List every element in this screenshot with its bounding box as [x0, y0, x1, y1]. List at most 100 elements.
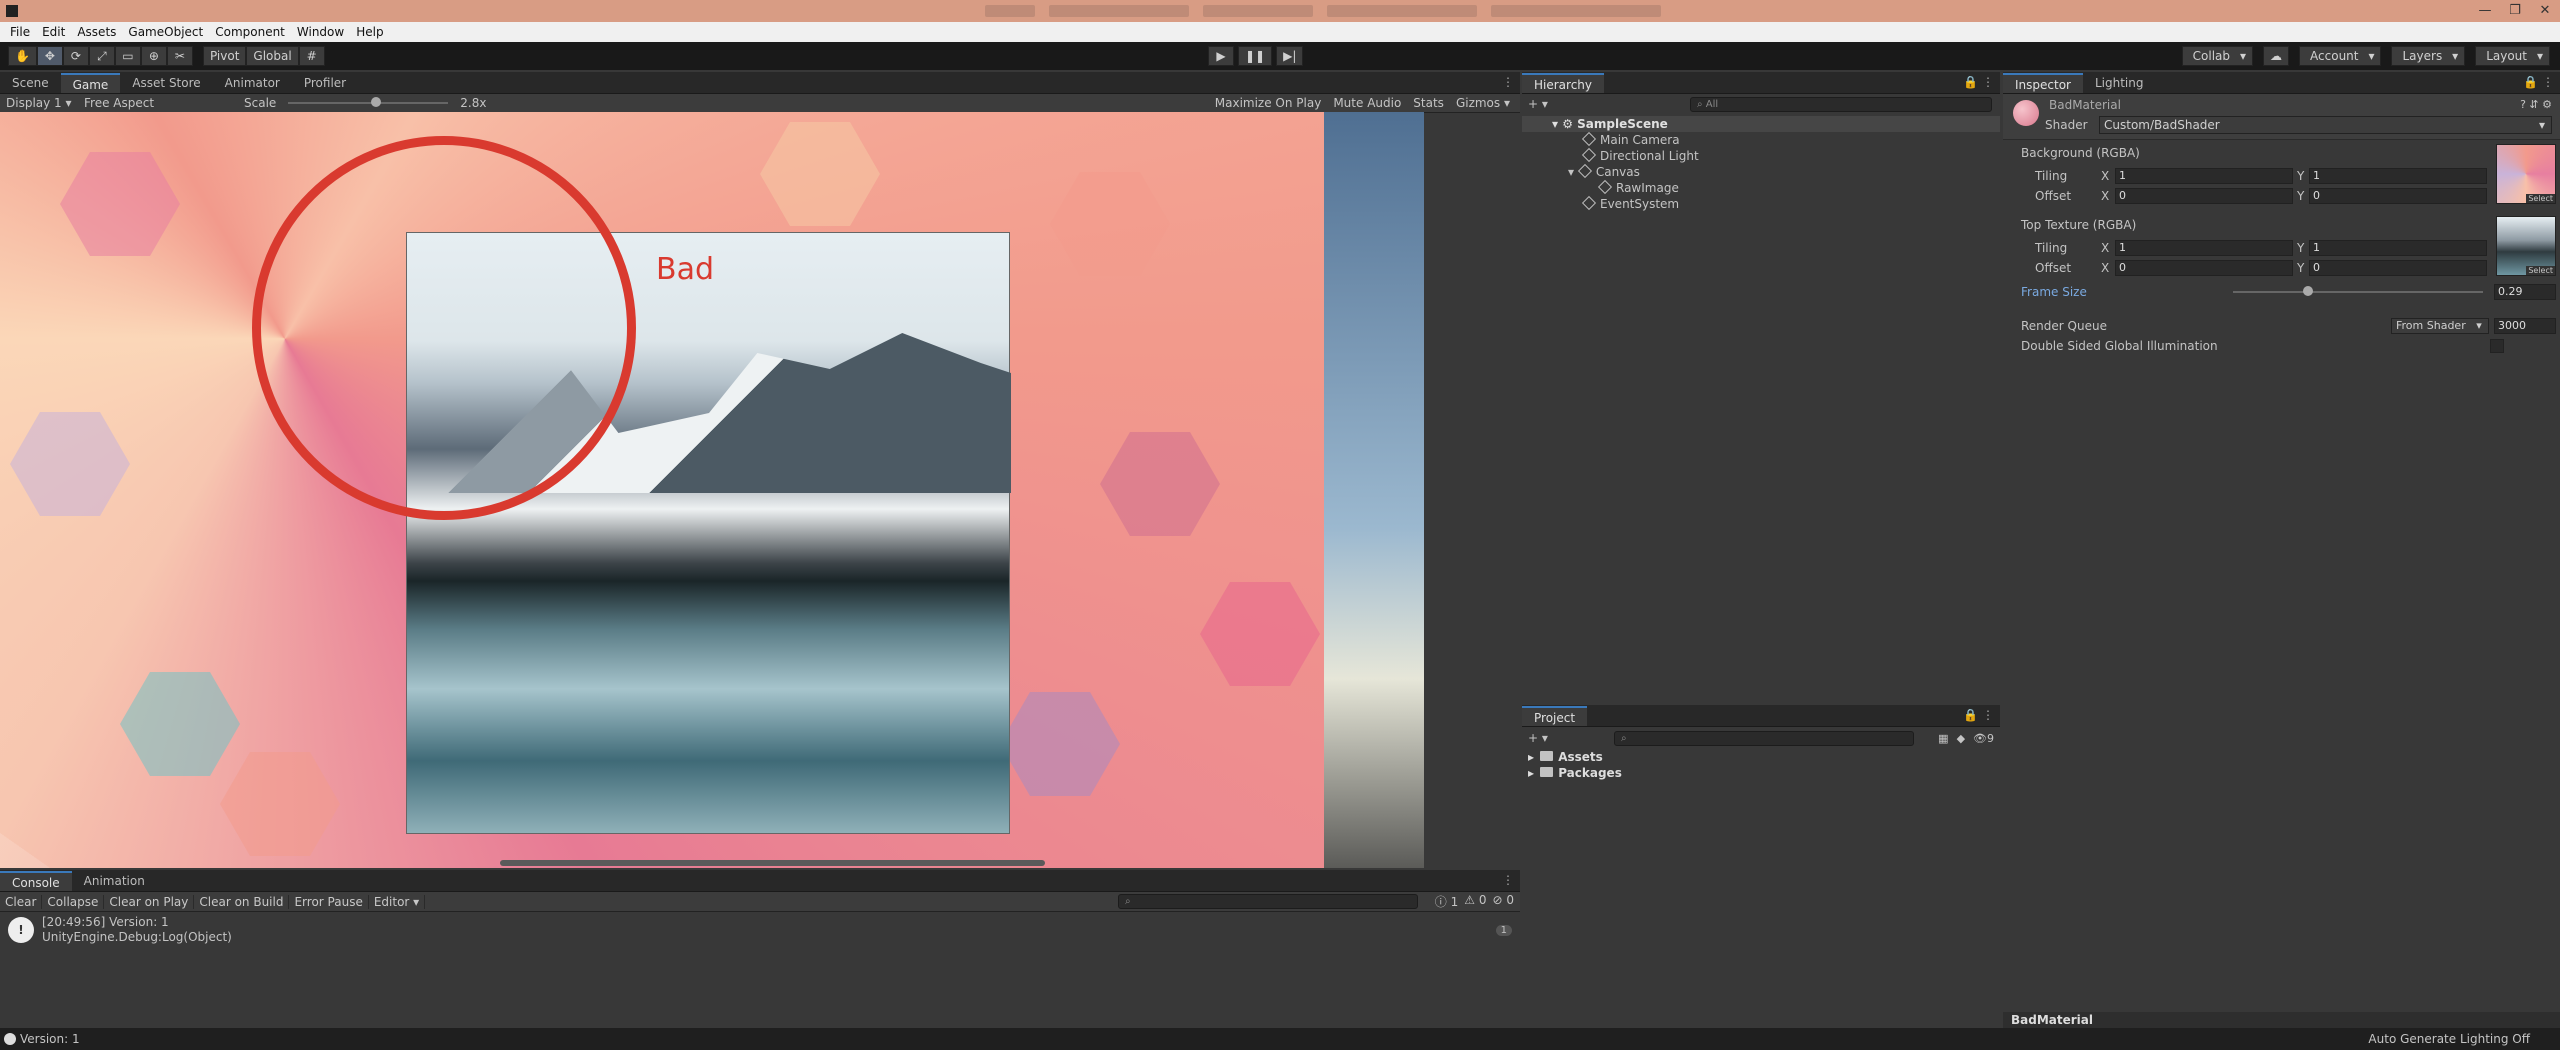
log-entry[interactable]: ! [20:49:56] Version: 1 UnityEngine.Debu…: [0, 912, 1520, 948]
tab-console[interactable]: Console: [0, 871, 72, 891]
hidden-packages-toggle[interactable]: 👁9: [1973, 732, 1994, 745]
tab-project[interactable]: Project: [1522, 706, 1588, 726]
tab-game[interactable]: Game: [60, 73, 121, 93]
bg-offset-y-field[interactable]: 0: [2309, 188, 2487, 204]
clear-on-build-toggle[interactable]: Clear on Build: [194, 894, 290, 909]
cloud-icon[interactable]: ☁: [2263, 46, 2290, 66]
tab-lighting[interactable]: Lighting: [2083, 73, 2156, 93]
panel-menu-icon[interactable]: 🔒 ⋮: [1963, 708, 1994, 722]
background-texture-thumbnail[interactable]: Select: [2496, 144, 2556, 204]
gizmos-dropdown[interactable]: Gizmos ▾: [1450, 96, 1516, 110]
project-folder-packages[interactable]: ▸ Packages: [1522, 765, 2000, 781]
panel-menu-icon[interactable]: 🔒 ⋮: [1963, 75, 1994, 89]
menu-window[interactable]: Window: [291, 25, 350, 39]
bg-offset-x-field[interactable]: 0: [2115, 188, 2293, 204]
status-message[interactable]: Version: 1: [20, 1032, 80, 1046]
account-dropdown[interactable]: Account: [2299, 46, 2382, 66]
frame-size-slider[interactable]: [2233, 286, 2483, 296]
minimize-button[interactable]: —: [2470, 0, 2500, 22]
frame-size-slider-handle[interactable]: [2302, 286, 2313, 296]
scale-slider-handle[interactable]: [370, 97, 381, 107]
add-icon[interactable]: + ▾: [1528, 731, 1548, 745]
shader-dropdown[interactable]: Custom/BadShader: [2099, 116, 2552, 134]
tab-hierarchy[interactable]: Hierarchy: [1522, 73, 1605, 93]
filter-label-icon[interactable]: ◆: [1957, 732, 1965, 745]
menu-assets[interactable]: Assets: [71, 25, 122, 39]
top-tiling-x-field[interactable]: 1: [2115, 240, 2293, 256]
bg-tiling-x-field[interactable]: 1: [2115, 168, 2293, 184]
info-count-toggle[interactable]: ⓘ 1: [1435, 893, 1458, 910]
component-menu-icon[interactable]: ? ⇵ ⚙: [2520, 98, 2552, 111]
menu-component[interactable]: Component: [209, 25, 291, 39]
error-count-toggle[interactable]: ⊘ 0: [1492, 893, 1514, 910]
menu-edit[interactable]: Edit: [36, 25, 71, 39]
global-toggle[interactable]: Global: [246, 46, 299, 66]
rotate-tool-icon[interactable]: ⟳: [62, 46, 89, 66]
bg-tiling-y-field[interactable]: 1: [2309, 168, 2487, 184]
hierarchy-item-eventsystem[interactable]: EventSystem: [1522, 195, 2000, 212]
select-button[interactable]: Select: [2526, 194, 2555, 203]
menu-gameobject[interactable]: GameObject: [122, 25, 209, 39]
hierarchy-item-samplescene[interactable]: ▾ ⚙ SampleScene: [1522, 116, 2000, 132]
lighting-status[interactable]: Auto Generate Lighting Off: [2368, 1032, 2530, 1046]
render-queue-dropdown[interactable]: From Shader: [2391, 318, 2489, 334]
hierarchy-item-rawimage[interactable]: RawImage: [1522, 179, 2000, 196]
grid-snap-icon[interactable]: #: [298, 46, 325, 66]
mute-audio-toggle[interactable]: Mute Audio: [1327, 96, 1407, 110]
clear-button[interactable]: Clear: [0, 894, 43, 909]
tab-scene[interactable]: Scene: [0, 73, 61, 93]
hierarchy-item-canvas[interactable]: ▾ Canvas: [1522, 163, 2000, 180]
hierarchy-item-main-camera[interactable]: Main Camera: [1522, 131, 2000, 148]
collapse-toggle[interactable]: Collapse: [42, 894, 105, 909]
add-icon[interactable]: + ▾: [1528, 97, 1548, 111]
double-sided-gi-checkbox[interactable]: [2490, 339, 2504, 353]
clear-on-play-toggle[interactable]: Clear on Play: [104, 894, 195, 909]
error-pause-toggle[interactable]: Error Pause: [289, 894, 369, 909]
top-tiling-y-field[interactable]: 1: [2309, 240, 2487, 256]
warning-count-toggle[interactable]: ⚠ 0: [1464, 893, 1486, 910]
top-texture-thumbnail[interactable]: Select: [2496, 216, 2556, 276]
layout-dropdown[interactable]: Layout: [2475, 46, 2550, 66]
frame-size-field[interactable]: 0.29: [2494, 284, 2556, 300]
close-button[interactable]: ✕: [2530, 0, 2560, 22]
game-viewport[interactable]: Bad: [0, 112, 1424, 868]
pivot-toggle[interactable]: Pivot: [202, 46, 247, 66]
layers-dropdown[interactable]: Layers: [2391, 46, 2466, 66]
panel-menu-icon[interactable]: ⋮: [1502, 75, 1514, 89]
collab-dropdown[interactable]: Collab: [2181, 46, 2254, 66]
stats-toggle[interactable]: Stats: [1407, 96, 1450, 110]
console-search-input[interactable]: ⌕: [1118, 894, 1418, 909]
project-folder-assets[interactable]: ▸ Assets: [1522, 749, 2000, 765]
top-offset-x-field[interactable]: 0: [2115, 260, 2293, 276]
custom-tool-icon[interactable]: ✂: [166, 46, 193, 66]
scale-tool-icon[interactable]: ⤢: [88, 46, 115, 66]
menu-file[interactable]: File: [4, 25, 36, 39]
tab-asset-store[interactable]: Asset Store: [120, 73, 212, 93]
menu-help[interactable]: Help: [350, 25, 389, 39]
tab-animation[interactable]: Animation: [72, 871, 157, 891]
filter-type-icon[interactable]: ▦: [1938, 732, 1948, 745]
panel-menu-icon[interactable]: 🔒 ⋮: [2523, 75, 2554, 89]
aspect-dropdown[interactable]: Free Aspect: [78, 96, 238, 110]
move-tool-icon[interactable]: ✥: [36, 46, 63, 66]
hierarchy-search-input[interactable]: ⌕ All: [1690, 96, 1992, 112]
hierarchy-item-directional-light[interactable]: Directional Light: [1522, 147, 2000, 164]
pause-button[interactable]: ❚❚: [1238, 46, 1273, 66]
top-offset-y-field[interactable]: 0: [2309, 260, 2487, 276]
maximize-button[interactable]: ❐: [2500, 0, 2530, 22]
step-button[interactable]: ▶|: [1276, 46, 1304, 66]
select-button[interactable]: Select: [2526, 266, 2555, 275]
editor-dropdown[interactable]: Editor ▾: [369, 894, 426, 909]
hand-tool-icon[interactable]: ✋: [8, 46, 37, 66]
transform-tool-icon[interactable]: ⊕: [140, 46, 167, 66]
tab-profiler[interactable]: Profiler: [292, 73, 358, 93]
render-queue-field[interactable]: 3000: [2494, 318, 2556, 334]
horizontal-scrollbar[interactable]: [500, 860, 1045, 866]
rect-tool-icon[interactable]: ▭: [114, 46, 141, 66]
display-dropdown[interactable]: Display 1 ▾: [0, 96, 78, 110]
tab-inspector[interactable]: Inspector: [2003, 73, 2083, 93]
panel-menu-icon[interactable]: ⋮: [1502, 873, 1514, 887]
scale-slider[interactable]: [288, 97, 449, 107]
play-button[interactable]: ▶: [1208, 46, 1234, 66]
project-search-input[interactable]: ⌕: [1614, 730, 1914, 746]
